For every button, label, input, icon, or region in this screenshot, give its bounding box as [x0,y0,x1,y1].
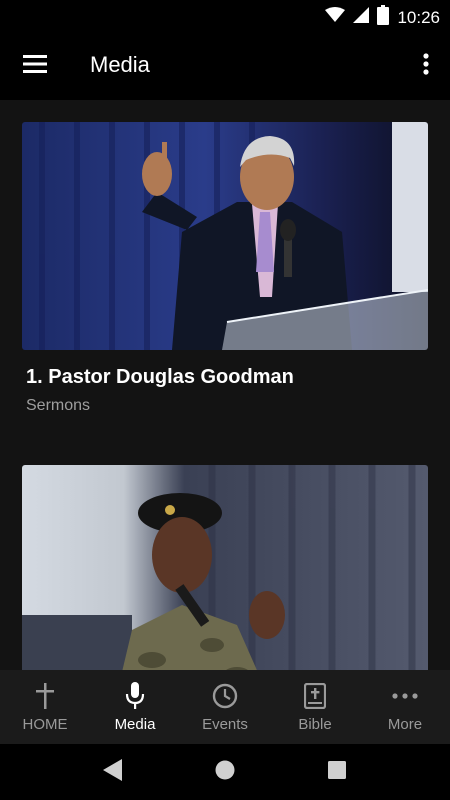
nav-item-events[interactable]: Events [180,670,270,744]
status-icons: 10:26 [325,5,440,30]
more-vert-icon [423,52,429,80]
nav-item-media[interactable]: Media [90,670,180,744]
system-navigation-bar [0,744,450,800]
home-icon [215,760,235,785]
back-icon [102,758,122,786]
page-title: Media [90,52,150,77]
menu-button[interactable] [14,46,56,86]
nav-label: Bible [298,716,332,733]
nav-label: Events [202,716,248,733]
nav-item-more[interactable]: More [360,670,450,744]
nav-label: Media [114,716,156,733]
recents-icon [328,760,346,784]
cross-icon [31,682,59,710]
microphone-icon [121,682,149,710]
status-time: 10:26 [397,7,440,27]
bible-icon [301,682,329,710]
nav-label: More [387,716,423,733]
hamburger-menu-icon [23,54,47,78]
app-bar: Media [0,32,450,100]
back-button[interactable] [98,758,126,786]
bottom-navigation: HOME Media Events Bible More [0,670,450,744]
media-card[interactable] [22,465,428,670]
recents-button[interactable] [323,758,351,786]
media-card[interactable]: 1. Pastor Douglas Goodman Sermons [22,122,428,415]
media-title: 1. Pastor Douglas Goodman [26,366,294,388]
clock-icon [211,682,239,710]
media-thumbnail [22,465,428,670]
media-category: Sermons [26,397,91,414]
cell-signal-icon [353,7,370,28]
overflow-menu-button[interactable] [414,46,438,86]
nav-item-bible[interactable]: Bible [270,670,360,744]
status-bar: 10:26 [0,0,450,32]
wifi-icon [325,7,346,28]
nav-item-home[interactable]: HOME [0,670,90,744]
more-horiz-icon [391,682,419,710]
media-thumbnail [22,122,428,350]
media-list: 1. Pastor Douglas Goodman Sermons [0,100,450,670]
home-button[interactable] [211,758,239,786]
nav-label: HOME [22,716,68,733]
battery-icon [377,5,390,30]
